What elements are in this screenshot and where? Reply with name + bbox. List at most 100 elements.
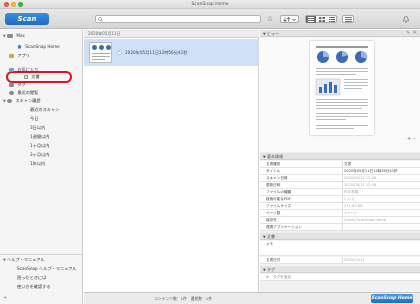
detail-view-button[interactable] <box>327 16 337 23</box>
sidebar-item-label: 1ヶ月以内 <box>30 143 50 148</box>
title-field[interactable]: 2020年05月11日12時56分41秒 <box>344 168 418 175</box>
tag-section-header[interactable]: ▼ タグ <box>260 266 420 273</box>
sort-icon <box>283 17 296 22</box>
add-tag-icon: ⊕ <box>266 275 270 279</box>
help-header-label: ヘルプ・マニュアル <box>7 257 45 262</box>
sidebar-item-label: 文書 <box>31 74 40 79</box>
sidebar-item-favorites[interactable]: お気に入り <box>9 66 38 73</box>
sidebar-item-apps[interactable]: アプリ <box>9 52 30 59</box>
toolbar: Scan ☆ <box>0 9 420 29</box>
help-item-howto[interactable]: 使い方を確認する <box>17 283 51 290</box>
edit-icon[interactable]: ✎ <box>406 30 410 37</box>
detail-view-icon <box>329 17 335 22</box>
list-view-button[interactable] <box>306 16 316 23</box>
thumbnail-text-line <box>92 53 110 54</box>
sidebar-item-today[interactable]: 今日 <box>30 115 38 122</box>
help-header[interactable]: ▼ ヘルプ・マニュアル <box>3 256 45 263</box>
disclosure-triangle-icon: ▼ <box>3 34 6 38</box>
sidebar-item-label: ScanSnap Home <box>25 44 60 49</box>
property-value: 271.00 KB <box>344 204 363 208</box>
property-label: 文書種別 <box>266 162 281 166</box>
clock-icon <box>9 90 14 95</box>
viewer-header[interactable]: ▼ ビュー ✎ ⇱ <box>260 30 420 37</box>
sidebar-item-label: 最近のスキャン <box>30 107 60 112</box>
sidebar-item-tags[interactable]: タグ <box>9 81 26 88</box>
status-text: コンテンツ数：1件 選択数：1件 <box>154 296 212 301</box>
preview-page <box>310 41 374 135</box>
property-row: ファイルサイズ 271.00 KB <box>260 203 420 210</box>
thumbnail-view-icon <box>318 17 325 22</box>
star-icon[interactable]: ☆ <box>266 14 274 24</box>
filter-button[interactable] <box>342 15 354 23</box>
property-row: 文書種別 文書 <box>260 161 420 168</box>
property-row: 検索可能なPDF いいえ <box>260 196 420 203</box>
thumbnail-text-line <box>92 56 110 57</box>
thumbnail-view-button[interactable] <box>317 16 327 23</box>
viewer-header-label: ビュー <box>266 31 279 36</box>
sidebar-item-label: タグ <box>17 82 26 87</box>
sidebar-item-label: お気に入り <box>17 67 39 72</box>
sidebar-root[interactable]: ▼ Mac <box>3 32 25 39</box>
share-icon[interactable]: ⇱ <box>413 30 417 37</box>
window-title: ScanSnap Home <box>191 2 229 7</box>
sidebar-item-label: 今日 <box>30 116 39 121</box>
sidebar-item-label: アプリ <box>17 53 30 58</box>
scan-button[interactable]: Scan <box>5 13 49 25</box>
document-section-header[interactable]: ▼ 文書 <box>260 233 420 240</box>
sidebar-item-3months[interactable]: 3ヶ月以内 <box>30 151 49 158</box>
list-view-icon <box>308 17 314 22</box>
property-row: 連携アプリケーション <box>260 224 420 231</box>
info-header[interactable]: ▼ 基本情報 <box>260 153 420 160</box>
sidebar-root-label: Mac <box>16 33 25 38</box>
sidebar-item-scan-history[interactable]: ▼ スキャン履歴 <box>3 97 41 104</box>
sidebar-item-label: 最近の閲覧 <box>17 90 39 95</box>
property-label: 保存先 <box>266 218 277 222</box>
thumbnail-graphic <box>92 45 97 50</box>
sidebar-item-label: 1週間以内 <box>30 134 50 139</box>
favorites-icon <box>9 67 14 72</box>
help-item-manual[interactable]: ScanSnap ヘルプ・マニュアル <box>17 265 77 272</box>
property-row: スキャン日時 2020/05/11 12:56 <box>260 175 420 182</box>
document-row[interactable]: 2020年05月11日12時56分41秒 <box>84 39 259 66</box>
sidebar-item-1week[interactable]: 1週間以内 <box>30 133 49 140</box>
property-label: ファイルの種類 <box>266 190 292 194</box>
property-label: ページ数 <box>266 211 281 215</box>
zoom-out-icon[interactable]: – <box>413 136 416 142</box>
sidebar-item-recent-scans[interactable]: 最近のスキャン <box>30 106 59 113</box>
notification-icon[interactable] <box>402 14 410 24</box>
help-item-troubleshoot[interactable]: 困ったときには <box>17 274 46 281</box>
property-value: 2020/05/11 12:56 <box>344 183 377 187</box>
document-section-label: 文書 <box>266 234 275 239</box>
document-preview[interactable]: + – <box>260 38 420 152</box>
memo-field[interactable]: メモ <box>260 241 420 256</box>
sidebar-item-3days[interactable]: 3日以内 <box>30 124 45 131</box>
document-thumbnail <box>89 42 112 63</box>
document-date-field[interactable]: 2020/05/11 <box>344 257 418 264</box>
sidebar-item-home[interactable]: ScanSnap Home <box>17 43 60 50</box>
sort-button[interactable] <box>280 15 299 23</box>
help-section: ▼ ヘルプ・マニュアル ScanSnap ヘルプ・マニュアル 困ったときには 使… <box>0 254 83 301</box>
add-button[interactable]: + <box>3 295 7 302</box>
property-row: ページ数 1ページ <box>260 210 420 217</box>
sidebar-item-recent[interactable]: 最近の閲覧 <box>9 89 38 96</box>
property-label: スキャン日時 <box>266 176 288 180</box>
disclosure-triangle-icon: ▼ <box>3 99 6 103</box>
add-tag-row[interactable]: ⊕ タグを追加 <box>260 274 420 281</box>
property-row: ファイルの種類 PDF書類 <box>260 189 420 196</box>
property-label: 連携アプリケーション <box>266 225 302 229</box>
add-tag-label: タグを追加 <box>273 275 291 279</box>
document-title: 2020年05月11日12時56分41秒 <box>125 50 188 55</box>
property-value: 1ページ <box>344 211 357 215</box>
help-item-label: ScanSnap ヘルプ・マニュアル <box>17 266 77 271</box>
property-value: /Users/ScanSnap Home <box>344 218 387 222</box>
sidebar-item-1year[interactable]: 1年以内 <box>30 160 45 167</box>
search-input[interactable] <box>95 15 261 23</box>
zoom-in-icon[interactable]: + <box>407 136 411 142</box>
document-type-select[interactable]: 文書 <box>344 161 418 168</box>
thumbnail-graphic <box>99 45 104 50</box>
sidebar-item-documents[interactable]: 文書 <box>24 73 40 80</box>
sidebar-item-1month[interactable]: 1ヶ月以内 <box>30 142 49 149</box>
help-item-label: 困ったときには <box>17 275 47 280</box>
view-mode-switch <box>305 15 337 23</box>
search-icon <box>98 17 103 22</box>
